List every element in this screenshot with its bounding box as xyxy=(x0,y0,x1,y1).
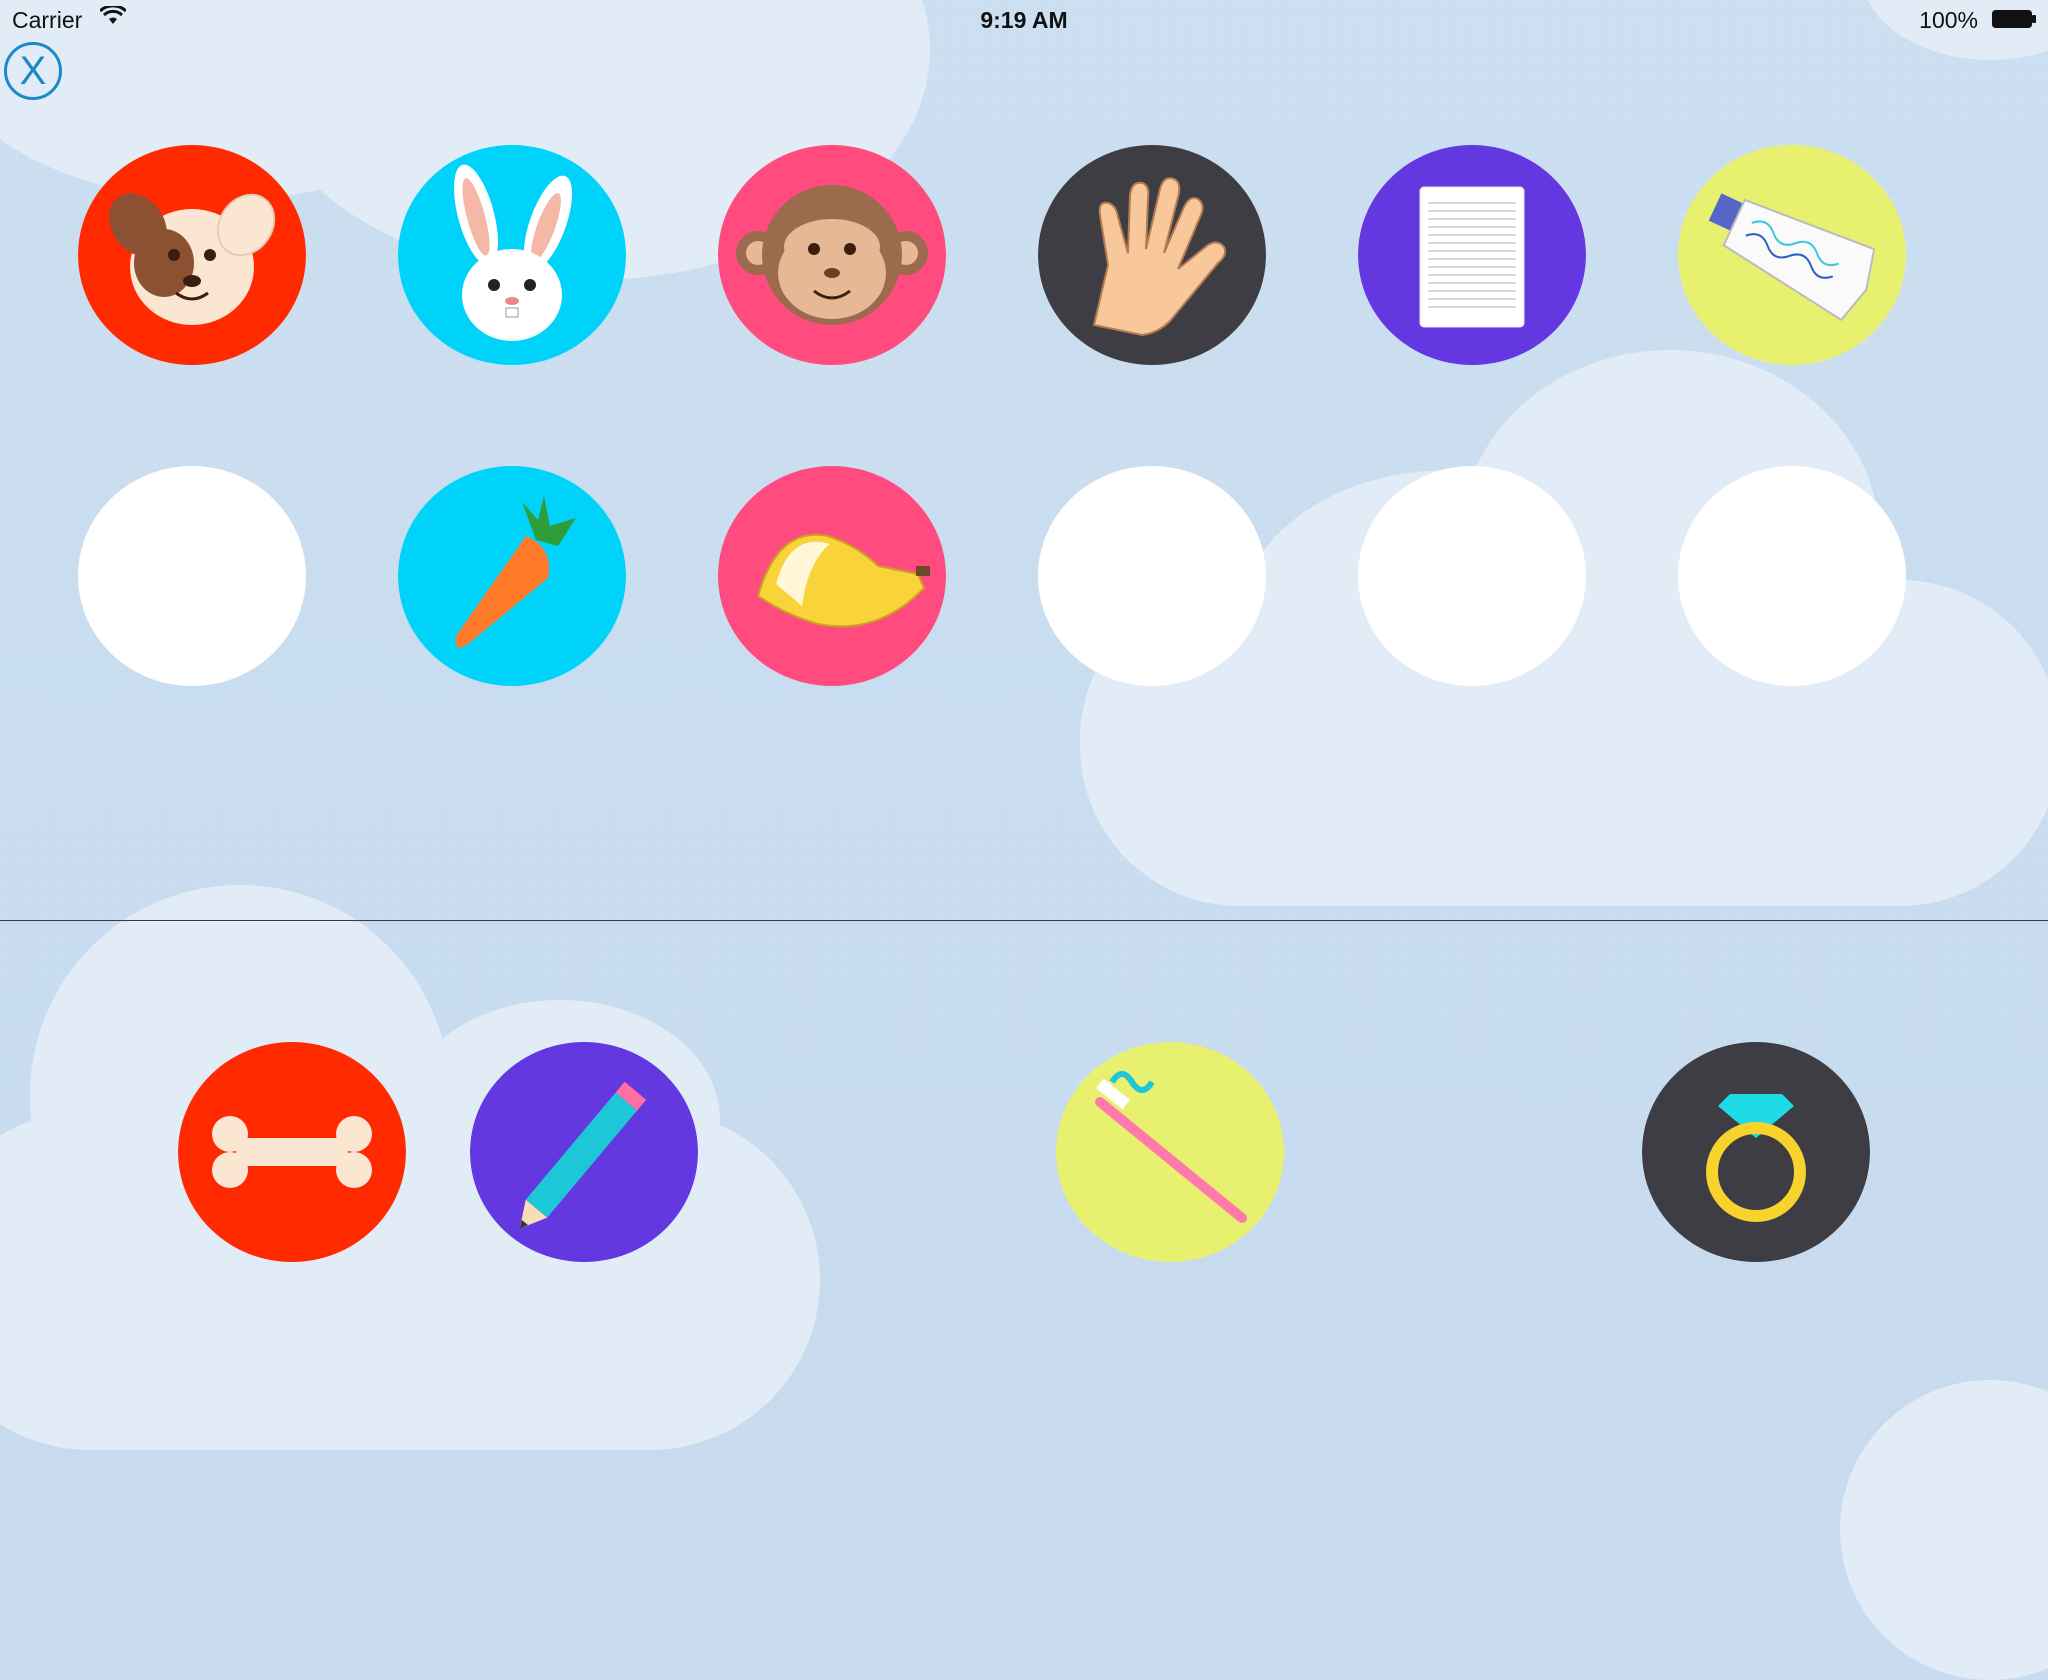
ring-icon xyxy=(1642,1042,1870,1262)
tile-toothpaste[interactable] xyxy=(1678,145,1906,365)
battery-icon xyxy=(1992,10,2036,28)
tile-hand[interactable] xyxy=(1038,145,1266,365)
toothpaste-icon xyxy=(1678,145,1906,365)
tray-pencil[interactable] xyxy=(470,1042,698,1262)
tile-empty-slot-1[interactable] xyxy=(78,466,306,686)
tile-monkey[interactable] xyxy=(718,145,946,365)
bone-icon xyxy=(178,1042,406,1262)
tray-ring[interactable] xyxy=(1642,1042,1870,1262)
tile-empty-slot-2[interactable] xyxy=(1038,466,1266,686)
battery-percent: 100% xyxy=(1919,7,1978,33)
tile-rabbit[interactable] xyxy=(398,145,626,365)
divider-line xyxy=(0,920,2048,921)
banana-icon xyxy=(718,466,946,686)
tile-empty-slot-4[interactable] xyxy=(1678,466,1906,686)
close-button[interactable]: X xyxy=(4,42,62,100)
toothbrush-icon xyxy=(1056,1042,1284,1262)
status-bar: Carrier 9:19 AM 100% xyxy=(0,0,2048,40)
dog-icon xyxy=(78,145,306,365)
monkey-icon xyxy=(718,145,946,365)
clock: 9:19 AM xyxy=(980,7,1068,33)
tile-empty-slot-3[interactable] xyxy=(1358,466,1586,686)
tray-toothbrush[interactable] xyxy=(1056,1042,1284,1262)
paper-icon xyxy=(1358,145,1586,365)
tile-paper[interactable] xyxy=(1358,145,1586,365)
hand-icon xyxy=(1038,145,1266,365)
tile-carrot[interactable] xyxy=(398,466,626,686)
close-button-label: X xyxy=(19,49,47,93)
tray-bone[interactable] xyxy=(178,1042,406,1262)
rabbit-icon xyxy=(398,145,626,365)
tile-dog[interactable] xyxy=(78,145,306,365)
carrot-icon xyxy=(398,466,626,686)
tile-banana[interactable] xyxy=(718,466,946,686)
pencil-icon xyxy=(470,1042,698,1262)
